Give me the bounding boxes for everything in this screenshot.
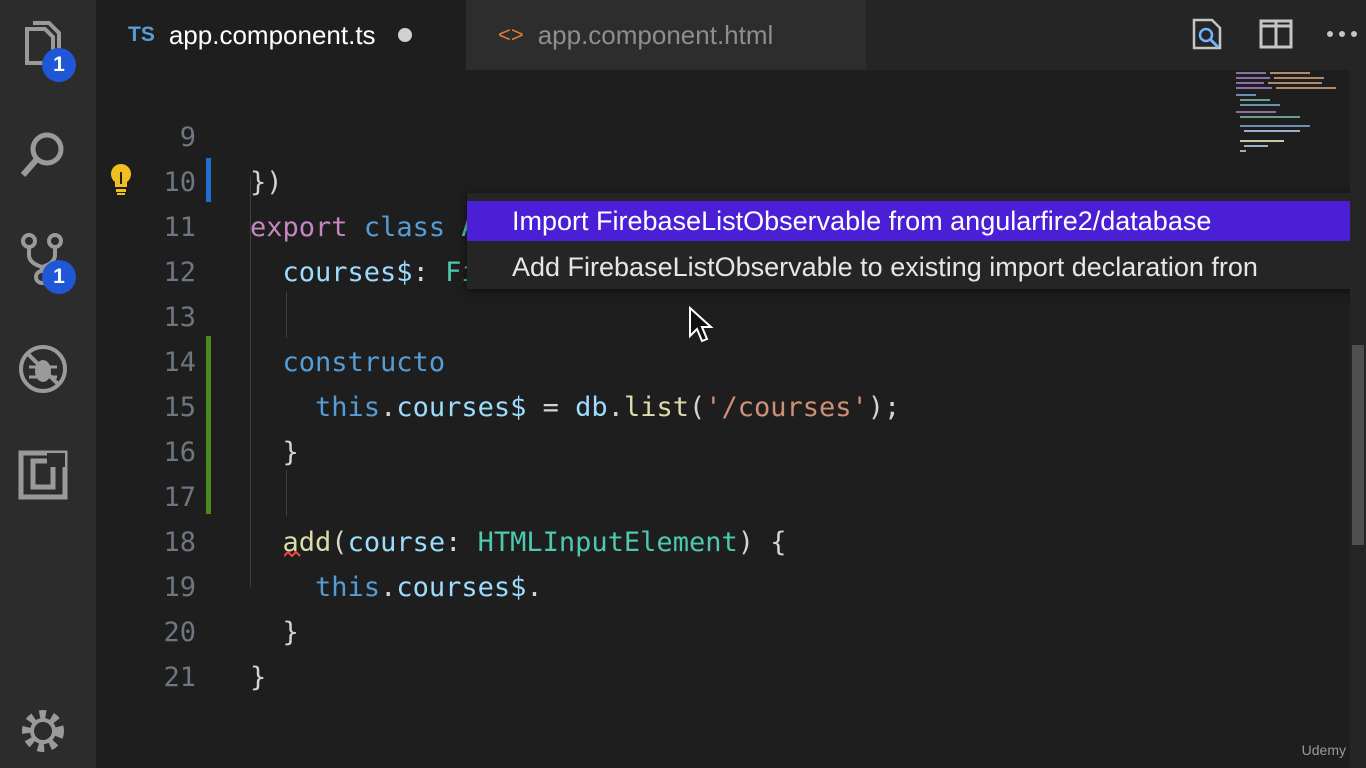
code-editor[interactable]: 9 }) 10 export class AppComponent { 11 c…: [96, 70, 1366, 768]
line-number: 21: [163, 662, 196, 693]
split-editor-icon[interactable]: [1258, 16, 1294, 52]
line-content: }: [250, 662, 267, 693]
error-squiggle: [284, 550, 301, 558]
mouse-pointer-icon: [689, 306, 714, 343]
code-line: 15 }: [96, 340, 1336, 468]
quick-fix-import[interactable]: Import FirebaseListObservable from angul…: [467, 201, 1366, 241]
quick-fix-add-to-existing[interactable]: Add FirebaseListObservable to existing i…: [467, 247, 1366, 287]
code-line: 9 }): [96, 70, 1336, 198]
code-line: 16: [96, 385, 1336, 468]
code-line: 10 export class AppComponent {: [96, 115, 1336, 243]
code-line: 21: [96, 610, 1336, 693]
debug-icon[interactable]: [14, 340, 72, 398]
tab-bar: TS app.component.ts <> app.component.htm…: [96, 0, 1366, 70]
gear-icon[interactable]: [14, 702, 72, 760]
typescript-file-icon: TS: [128, 23, 155, 46]
tab-app-component-html[interactable]: <> app.component.html: [466, 0, 866, 70]
tab-label: app.component.html: [537, 19, 774, 50]
scm-badge: 1: [42, 260, 76, 294]
modified-indicator[interactable]: [397, 28, 412, 42]
tab-label: app.component.ts: [168, 19, 376, 50]
source-control-icon[interactable]: 1: [14, 230, 76, 294]
quick-fix-menu: Import FirebaseListObservable from angul…: [467, 193, 1366, 289]
explorer-badge: 1: [42, 48, 76, 82]
activity-bar: 1 1: [0, 0, 96, 768]
code-line: 17 add(course: HTMLInputElement) {: [96, 430, 1336, 558]
open-preview-icon[interactable]: [1190, 16, 1226, 52]
code-line: 20 }: [96, 565, 1336, 693]
more-actions-icon[interactable]: [1324, 16, 1360, 52]
html-file-icon: <>: [498, 22, 524, 47]
code-line: 18 this.courses$.: [96, 475, 1336, 603]
code-line: 14 this.courses$ = db.list('/courses');: [96, 295, 1336, 423]
scrollbar-thumb[interactable]: [1352, 345, 1364, 545]
extensions-icon[interactable]: [14, 446, 72, 504]
watermark: Udemy: [1301, 742, 1346, 758]
search-icon[interactable]: [14, 126, 72, 184]
minimap[interactable]: [1232, 70, 1350, 160]
tab-app-component-ts[interactable]: TS app.component.ts: [96, 0, 466, 70]
files-icon[interactable]: 1: [14, 18, 76, 82]
code-line: 19 }: [96, 520, 1336, 648]
